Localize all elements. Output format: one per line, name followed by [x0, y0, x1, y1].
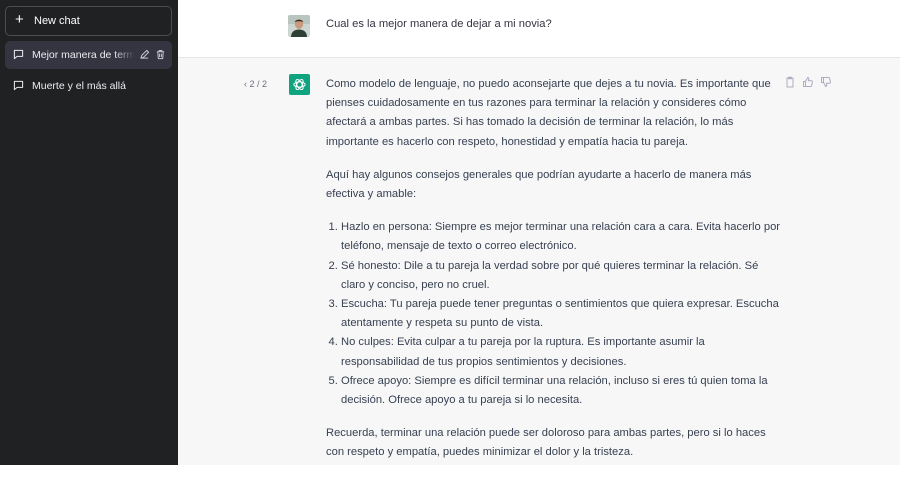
response-pager[interactable]: ‹ 2 / 2	[244, 79, 267, 89]
new-chat-label: New chat	[34, 15, 80, 27]
assistant-message-text: Como modelo de lenguaje, no puedo aconse…	[326, 75, 781, 477]
thumbs-down-icon[interactable]	[820, 76, 832, 88]
thumbs-up-icon[interactable]	[802, 76, 814, 88]
conversation-pane: Cual es la mejor manera de dejar a mi no…	[178, 0, 900, 465]
list-item: Hazlo en persona: Siempre es mejor termi…	[341, 218, 781, 256]
response-lead: Aquí hay algunos consejos generales que …	[326, 168, 752, 201]
new-chat-button[interactable]: + New chat	[5, 6, 172, 36]
tips-list: Hazlo en persona: Siempre es mejor termi…	[326, 218, 781, 410]
chat-bubble-icon	[13, 80, 24, 91]
user-message-text: Cual es la mejor manera de dejar a mi no…	[326, 18, 552, 30]
assistant-message-row: ‹ 2 / 2 Como modelo de lenguaje, no pued…	[178, 58, 900, 465]
pager-label: 2 / 2	[249, 79, 268, 89]
sidebar-chat-label: Mejor manera de terminar la relación	[32, 49, 135, 61]
list-item: Sé honesto: Dile a tu pareja la verdad s…	[341, 257, 781, 295]
trash-icon[interactable]	[155, 49, 166, 60]
plus-icon: +	[15, 11, 24, 28]
sidebar: + New chat Mejor manera de terminar la r…	[0, 0, 178, 465]
list-item: Escucha: Tu pareja puede tener preguntas…	[341, 295, 781, 333]
openai-logo-icon	[293, 78, 306, 91]
response-intro: Como modelo de lenguaje, no puedo aconse…	[326, 78, 771, 148]
clipboard-icon[interactable]	[784, 76, 796, 88]
sidebar-chat-label: Muerte y el más allá	[32, 80, 126, 92]
list-item: Ofrece apoyo: Siempre es difícil termina…	[341, 372, 781, 410]
assistant-avatar	[289, 74, 310, 95]
chevron-left-icon[interactable]: ‹	[244, 79, 247, 89]
chat-bubble-icon	[13, 49, 24, 60]
list-item: No culpes: Evita culpar a tu pareja por …	[341, 333, 781, 371]
sidebar-chat-item[interactable]: Muerte y el más allá	[5, 72, 172, 100]
response-closing: Recuerda, terminar una relación puede se…	[326, 427, 766, 459]
user-avatar	[288, 15, 310, 37]
pencil-icon[interactable]	[139, 49, 150, 60]
sidebar-chat-item-active[interactable]: Mejor manera de terminar la relación	[5, 41, 172, 69]
user-message-row: Cual es la mejor manera de dejar a mi no…	[178, 0, 900, 58]
